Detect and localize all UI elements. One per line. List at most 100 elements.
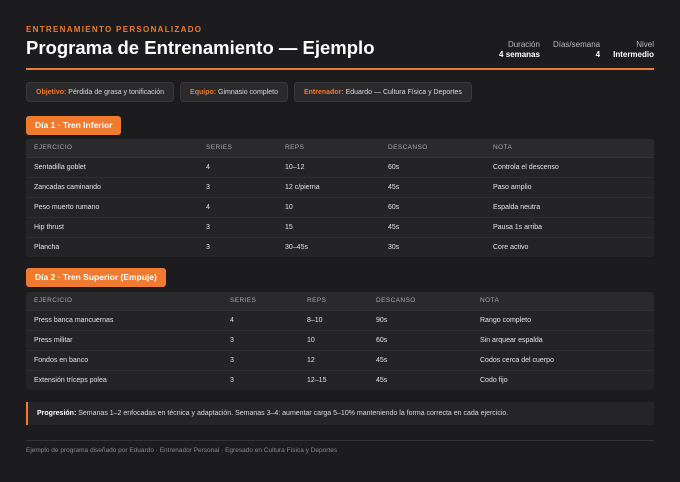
rest-cell: 60s xyxy=(368,330,472,351)
info-chips: Objetivo: Pérdida de grasa y tonificació… xyxy=(26,82,478,102)
day-1-table: EJERCICIO SERIES REPS DESCANSO NOTA Sent… xyxy=(26,139,654,257)
exercise-cell: Plancha xyxy=(34,243,60,251)
table-row: Fondos en banco 3 12 45s Codos cerca del cue… xyxy=(26,350,654,371)
table-row: Press militar 3 10 60s Sin arquear espalda xyxy=(26,330,654,351)
column-header: REPS xyxy=(299,292,368,311)
table-row: Zancadas caminando 3 12 c/pierna 45s Paso am… xyxy=(26,177,654,198)
reps-cell: 8–10 xyxy=(299,310,368,331)
day-2-rows: Press banca mancuernas 4 8–10 90s Rango comp… xyxy=(26,310,654,390)
page-title: Programa de Entrenamiento — Ejemplo xyxy=(26,37,375,58)
day-2-title: Día 2 · Tren Superior (Empuje) xyxy=(26,268,166,287)
chip-key: Equipo: xyxy=(190,89,217,96)
exercise-cell: Hip thrust xyxy=(26,217,198,238)
column-header: DESCANSO xyxy=(380,139,485,158)
note-cell: Paso amplio xyxy=(485,177,654,198)
sets-cell: 4 xyxy=(198,197,277,218)
table-header-row: EJERCICIO SERIES REPS DESCANSO NOTA xyxy=(26,139,654,158)
stat-label: Duración xyxy=(507,40,540,49)
note-cell: Codo fijo xyxy=(480,376,508,384)
exercise-cell: Peso muerto rumano xyxy=(26,197,198,218)
note-cell: Sin arquear espalda xyxy=(472,330,654,351)
stat-value: 4 semanas xyxy=(499,50,540,59)
rest-cell: 45s xyxy=(380,177,485,198)
note-cell: Espalda neutra xyxy=(485,197,654,218)
sets-cell: 3 xyxy=(198,217,277,238)
rest-cell: 45s xyxy=(368,350,472,371)
progression-label: Progresión: xyxy=(37,410,77,417)
stat-value: Intermedio xyxy=(613,50,654,59)
exercise-cell: Fondos en banco xyxy=(26,350,222,371)
table-row: Extensión tríceps polea 3 12–15 45s Codo fij… xyxy=(26,370,654,390)
day-1-title: Día 1 · Tren Inferior xyxy=(26,116,122,135)
sets-cell: 3 xyxy=(222,350,299,371)
table-row: Plancha 3 30–45s 30s Core activo xyxy=(26,237,654,257)
reps-cell: 12 c/pierna xyxy=(277,177,380,198)
chip-value: Pérdida de grasa y tonificación xyxy=(68,89,165,96)
sets-cell: 4 xyxy=(198,157,277,178)
program-stats: Duración 4 semanas Días/semana 4 Nivel I… xyxy=(486,40,654,60)
header: ENTRENAMIENTO PERSONALIZADO Programa de … xyxy=(26,0,654,70)
note-cell: Core activo xyxy=(493,243,529,251)
footer-divider xyxy=(26,440,654,441)
exercise-cell: Extensión tríceps polea xyxy=(34,376,107,384)
stat-value: 4 xyxy=(595,50,601,59)
progression-text: Semanas 1–2 enfocadas en técnica y adapt… xyxy=(78,410,509,417)
sets-cell: 3 xyxy=(230,376,234,384)
column-header: NOTA xyxy=(485,139,654,158)
exercise-cell: Sentadilla goblet xyxy=(26,157,198,178)
stat-label: Nivel xyxy=(636,40,654,49)
sets-cell: 3 xyxy=(198,177,277,198)
rest-cell: 45s xyxy=(380,217,485,238)
table-row: Peso muerto rumano 4 10 60s Espalda neutra xyxy=(26,197,654,218)
page: ENTRENAMIENTO PERSONALIZADO Programa de … xyxy=(0,0,680,482)
exercise-cell: Press militar xyxy=(26,330,222,351)
column-header: DESCANSO xyxy=(368,292,472,311)
table-row: Hip thrust 3 15 45s Pausa 1s arriba xyxy=(26,217,654,238)
chip-value: Eduardo — Cultura Física y Deportes xyxy=(345,89,462,96)
chip-equipment: Equipo: Gimnasio completo xyxy=(180,82,288,102)
rest-cell: 60s xyxy=(380,157,485,178)
column-header: SERIES xyxy=(198,139,277,158)
reps-cell: 12–15 xyxy=(307,376,327,384)
table-header-row: EJERCICIO SERIES REPS DESCANSO NOTA xyxy=(26,292,654,311)
column-header: SERIES xyxy=(222,292,299,311)
table-row: Sentadilla goblet 4 10–12 60s Controla el de… xyxy=(26,157,654,178)
sets-cell: 4 xyxy=(222,310,299,331)
stat-duration: Duración 4 semanas xyxy=(499,40,540,60)
header-divider xyxy=(26,68,654,70)
rest-cell: 60s xyxy=(380,197,485,218)
progression-note: Progresión: Semanas 1–2 enfocadas en téc… xyxy=(26,402,654,425)
reps-cell: 30–45s xyxy=(285,243,308,251)
rest-cell: 30s xyxy=(388,243,400,251)
eyebrow: ENTRENAMIENTO PERSONALIZADO xyxy=(26,25,203,34)
stat-level: Nivel Intermedio xyxy=(613,40,654,60)
reps-cell: 15 xyxy=(277,217,380,238)
column-header: EJERCICIO xyxy=(26,139,198,158)
note-cell: Rango completo xyxy=(472,310,654,331)
sets-cell: 3 xyxy=(206,243,210,251)
rest-cell: 45s xyxy=(376,376,388,384)
column-header: REPS xyxy=(277,139,380,158)
reps-cell: 10 xyxy=(277,197,380,218)
chip-key: Objetivo: xyxy=(36,89,67,96)
note-cell: Pausa 1s arriba xyxy=(485,217,654,238)
sets-cell: 3 xyxy=(222,330,299,351)
chip-value: Gimnasio completo xyxy=(218,89,278,96)
chip-key: Entrenador: xyxy=(303,89,344,96)
note-cell: Codos cerca del cuerpo xyxy=(472,350,654,371)
stat-label: Días/semana xyxy=(552,40,601,49)
note-cell: Controla el descenso xyxy=(485,157,654,178)
reps-cell: 10 xyxy=(299,330,368,351)
column-header: NOTA xyxy=(472,292,654,311)
exercise-cell: Press banca mancuernas xyxy=(26,310,222,331)
chip-objective: Objetivo: Pérdida de grasa y tonificació… xyxy=(26,82,175,102)
day-1-rows: Sentadilla goblet 4 10–12 60s Controla el de… xyxy=(26,157,654,257)
rest-cell: 90s xyxy=(368,310,472,331)
footer-text: Ejemplo de programa diseñado por Eduardo… xyxy=(26,447,338,454)
day-2-table: EJERCICIO SERIES REPS DESCANSO NOTA Pres… xyxy=(26,292,654,390)
table-row: Press banca mancuernas 4 8–10 90s Rango comp… xyxy=(26,310,654,331)
chip-coach: Entrenador: Eduardo — Cultura Física y D… xyxy=(293,82,472,102)
exercise-cell: Zancadas caminando xyxy=(26,177,198,198)
column-header: EJERCICIO xyxy=(26,292,222,311)
reps-cell: 12 xyxy=(299,350,368,371)
